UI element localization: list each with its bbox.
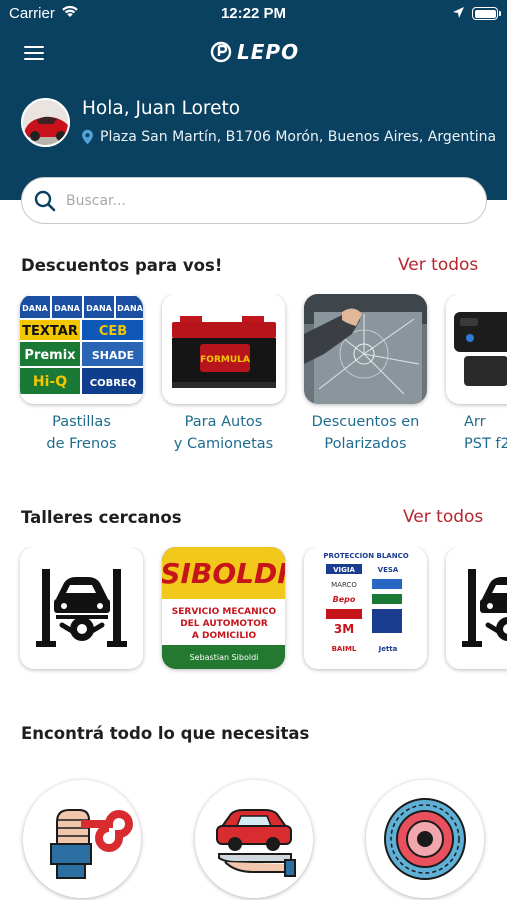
workshop-sign-text: A DOMICILIO xyxy=(192,631,257,641)
discount-card-brake-pads[interactable]: DANA DANA DANA DANA TEXTAR CEB Premix SH… xyxy=(20,294,143,404)
car-battery-image: FORMULA xyxy=(162,294,285,404)
categories-title: Encontrá todo lo que necesitas xyxy=(21,724,310,743)
brand-text: DANA xyxy=(54,304,81,313)
address-text: Plaza San Martín, B1706 Morón, Buenos Ai… xyxy=(100,129,497,145)
siboldi-workshop-image: SIBOLDI SERVICIO MECANICO DEL AUTOMOTOR … xyxy=(162,547,285,669)
location-pin-icon xyxy=(82,129,93,145)
greeting: Hola, Juan Loreto xyxy=(82,98,241,119)
svg-text:3M: 3M xyxy=(334,622,354,636)
search-bar xyxy=(0,175,507,225)
svg-text:VESA: VESA xyxy=(378,566,399,574)
workshop-card-4[interactable] xyxy=(446,547,507,669)
workshop-sign-text: DEL AUTOMOTOR xyxy=(180,619,268,629)
search-icon xyxy=(34,190,56,211)
category-repair[interactable] xyxy=(23,780,141,898)
brand-text: CEB xyxy=(99,324,127,339)
search-input[interactable] xyxy=(66,192,446,209)
brand-text: Premix xyxy=(24,348,76,363)
brand-text: Hi-Q xyxy=(33,374,67,390)
clock: 12:22 PM xyxy=(220,5,287,22)
app-header: Carrier 12:22 PM LEPO Hola, Juan Loreto … xyxy=(0,0,507,200)
workshop-sign-text: SERVICIO MECANICO xyxy=(172,607,277,617)
workshop-sign-text: SIBOLDI xyxy=(162,557,285,590)
category-car-service[interactable] xyxy=(195,780,313,898)
battery-icon xyxy=(472,7,501,20)
status-bar: Carrier 12:22 PM xyxy=(0,0,507,28)
battery-brand-text: FORMULA xyxy=(200,355,250,365)
search-box[interactable] xyxy=(21,177,487,224)
proteccion-blanco-image: PROTECCION BLANCO VIGIA VESA MARCO Bepo … xyxy=(304,547,427,669)
red-car-avatar-image xyxy=(23,100,68,145)
workshops-see-all-link[interactable]: Ver todos xyxy=(403,507,483,527)
broken-window-image xyxy=(304,294,427,404)
tire-icon xyxy=(366,780,484,898)
brand-text: DANA xyxy=(22,304,49,313)
workshops-title: Talleres cercanos xyxy=(21,508,182,527)
car-service-hand-icon xyxy=(195,780,313,898)
discount-card-label: Para Autos y Camionetas xyxy=(173,414,274,452)
car-alarm-image xyxy=(446,294,507,404)
discount-card-label: Pastillas de Frenos xyxy=(46,414,117,452)
discount-card-label: Arr PST f2 xyxy=(464,414,507,452)
lepo-logo-icon xyxy=(210,41,232,63)
discounts-title: Descuentos para vos! xyxy=(21,256,223,275)
discounts-see-all-link[interactable]: Ver todos xyxy=(398,255,478,275)
discounts-carousel[interactable]: DANA DANA DANA DANA TEXTAR CEB Premix SH… xyxy=(0,294,507,464)
workshop-card-1[interactable] xyxy=(20,547,143,669)
repair-hand-icon xyxy=(23,780,141,898)
svg-text:MARCO: MARCO xyxy=(331,581,357,589)
hamburger-menu-icon[interactable] xyxy=(24,43,46,61)
workshops-carousel[interactable]: SIBOLDI SERVICIO MECANICO DEL AUTOMOTOR … xyxy=(0,547,507,677)
workshop-sign-text: Sebastian Siboldi xyxy=(190,653,259,662)
discount-card-alarm[interactable] xyxy=(446,294,507,404)
workshop-sign-text: PROTECCION BLANCO xyxy=(323,552,408,560)
brand-text: TEXTAR xyxy=(22,324,78,339)
svg-text:Jetta: Jetta xyxy=(378,645,398,653)
svg-text:BAIML: BAIML xyxy=(332,645,357,653)
workshop-card-siboldi[interactable]: SIBOLDI SERVICIO MECANICO DEL AUTOMOTOR … xyxy=(162,547,285,669)
workshop-card-proteccion-blanco[interactable]: PROTECCION BLANCO VIGIA VESA MARCO Bepo … xyxy=(304,547,427,669)
brand-logo: LEPO xyxy=(210,38,299,66)
car-lift-icon xyxy=(446,547,507,669)
category-tires[interactable] xyxy=(366,780,484,898)
discount-card-batteries[interactable]: FORMULA xyxy=(162,294,285,404)
brand-text: DANA xyxy=(117,304,143,313)
location-arrow-icon xyxy=(453,7,464,18)
discount-card-label: Descuentos en Polarizados xyxy=(311,414,420,452)
brand-text: COBREQ xyxy=(90,378,137,389)
brand-text: DANA xyxy=(86,304,113,313)
discount-card-tint[interactable] xyxy=(304,294,427,404)
svg-text:VIGIA: VIGIA xyxy=(333,566,355,574)
avatar[interactable] xyxy=(21,98,70,147)
svg-text:Bepo: Bepo xyxy=(333,595,356,604)
brand-name: LEPO xyxy=(237,40,300,64)
brand-text: SHADE xyxy=(92,349,134,362)
brake-pads-brands-image: DANA DANA DANA DANA TEXTAR CEB Premix SH… xyxy=(20,294,143,404)
car-lift-icon xyxy=(20,547,143,669)
address-row[interactable]: Plaza San Martín, B1706 Morón, Buenos Ai… xyxy=(81,129,496,145)
